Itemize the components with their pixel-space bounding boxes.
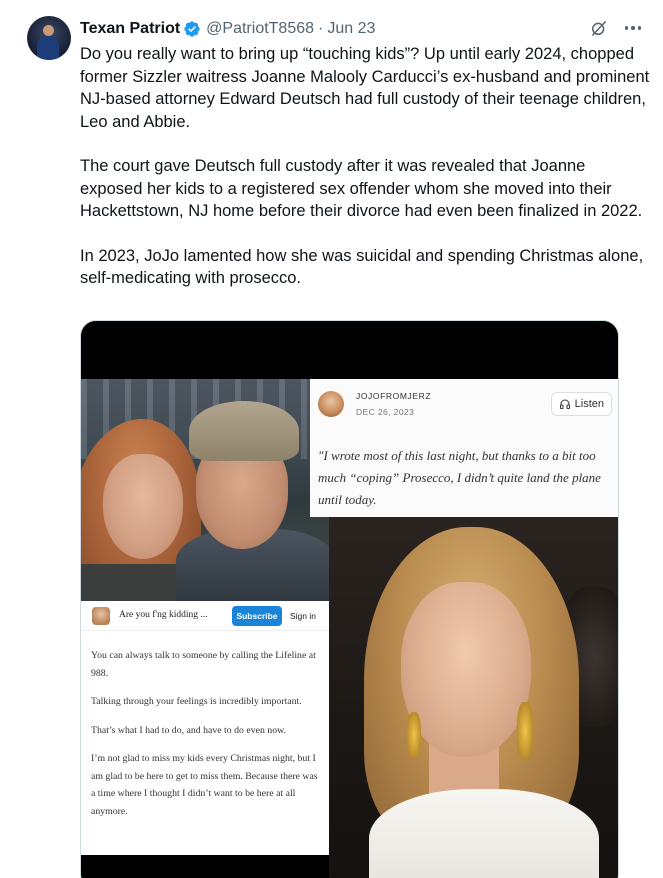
tweet-paragraph-3: In 2023, JoJo lamented how she was suici… bbox=[80, 246, 644, 288]
header-actions bbox=[589, 18, 643, 38]
tweet-media-image[interactable]: JOJOFROMJERZ DEC 26, 2023 Listen "I wrot… bbox=[80, 320, 619, 878]
tweet-text: Do you really want to bring up “touching… bbox=[80, 43, 650, 312]
portrait-shirt bbox=[369, 789, 599, 878]
portrait-earring-left bbox=[407, 712, 421, 758]
blog-author-avatar bbox=[318, 391, 344, 417]
author-name[interactable]: Texan Patriot bbox=[80, 20, 180, 38]
blog-quote: "I wrote most of this last night, but th… bbox=[318, 448, 601, 507]
subscribe-button: Subscribe bbox=[232, 606, 282, 626]
substack-post-card: Are you f'ng kidding ... Subscribe Sign … bbox=[81, 601, 329, 855]
tweet-header: Texan Patriot @PatriotT8568 · Jun 23 bbox=[80, 18, 643, 40]
couple-selfie-photo bbox=[81, 379, 329, 601]
author-handle[interactable]: @PatriotT8568 bbox=[206, 20, 314, 38]
substack-body: You can always talk to someone by callin… bbox=[91, 647, 321, 831]
photo-man-cap bbox=[189, 401, 299, 461]
separator: · bbox=[318, 20, 324, 37]
signin-link: Sign in bbox=[290, 611, 316, 621]
verified-badge-icon[interactable] bbox=[183, 20, 201, 38]
avatar-figure-body bbox=[37, 36, 59, 60]
substack-paragraph-2: Talking through your feelings is incredi… bbox=[91, 696, 302, 707]
substack-logo bbox=[92, 607, 110, 625]
listen-label: Listen bbox=[574, 398, 604, 410]
photo-woman-face bbox=[103, 454, 183, 559]
author-avatar[interactable] bbox=[27, 16, 71, 60]
tweet-date[interactable]: Jun 23 bbox=[327, 20, 375, 38]
blog-author: JOJOFROMJERZ bbox=[356, 391, 432, 401]
portrait-earring-right bbox=[517, 702, 533, 760]
more-icon[interactable] bbox=[623, 18, 643, 38]
woman-portrait-photo bbox=[329, 517, 618, 878]
blog-post-card: JOJOFROMJERZ DEC 26, 2023 Listen "I wrot… bbox=[310, 379, 618, 517]
listen-button: Listen bbox=[550, 392, 612, 416]
tweet-paragraph-1: Do you really want to bring up “touching… bbox=[80, 45, 650, 131]
tweet-paragraph-2: The court gave Deutsch full custody afte… bbox=[80, 157, 643, 220]
substack-paragraph-4: I’m not glad to miss my kids every Chris… bbox=[91, 753, 318, 817]
substack-paragraph-3: That’s what I had to do, and have to do … bbox=[91, 724, 286, 736]
substack-topbar: Are you f'ng kidding ... Subscribe Sign … bbox=[81, 601, 329, 631]
substack-paragraph-1: You can always talk to someone by callin… bbox=[91, 650, 316, 679]
substack-title: Are you f'ng kidding ... bbox=[119, 610, 208, 620]
headphones-icon bbox=[559, 399, 570, 409]
photo-woman-top bbox=[81, 564, 191, 601]
blog-date: DEC 26, 2023 bbox=[356, 407, 415, 417]
grok-icon[interactable] bbox=[589, 18, 609, 38]
avatar-figure-head bbox=[43, 25, 54, 36]
